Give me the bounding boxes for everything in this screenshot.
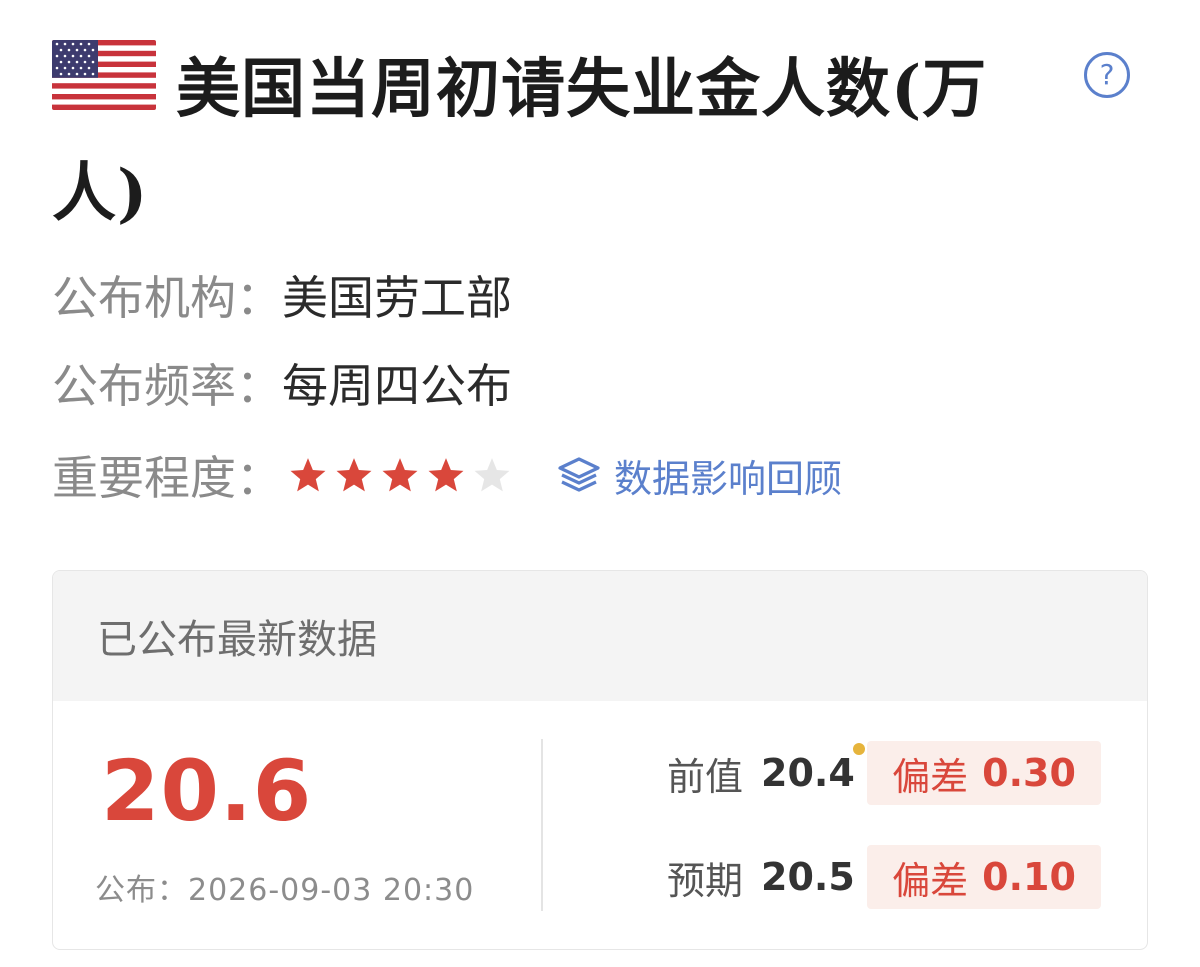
forecast-row: 预期 20.5 偏差 0.10 [667, 845, 1102, 909]
previous-deviation-value: 0.30 [982, 751, 1076, 795]
frequency-row: 公布频率： 每周四公布 [52, 348, 512, 418]
previous-label: 前值 [667, 754, 744, 799]
importance-row: 重要程度： 数据影响回顾 [52, 440, 842, 510]
star-filled-icon [288, 456, 328, 494]
published-time: 公布：2026-09-03 20:30 [95, 873, 475, 908]
previous-deviation-label: 偏差 [892, 754, 969, 799]
star-filled-icon [426, 456, 466, 494]
importance-label: 重要程度： [52, 451, 282, 505]
card-body: 20.6 公布：2026-09-03 20:30 前值 20.4 偏差 0.30… [53, 701, 1147, 949]
forecast-deviation-value: 0.10 [982, 855, 1076, 899]
data-impact-review-link[interactable]: 数据影响回顾 [556, 448, 842, 503]
publisher-row: 公布机构： 美国劳工部 [52, 260, 512, 330]
revised-dot-icon [853, 743, 866, 755]
publisher-label: 公布机构： [52, 271, 282, 325]
help-icon[interactable]: ? [1084, 52, 1130, 98]
publisher-value: 美国劳工部 [282, 271, 512, 325]
data-impact-review-label: 数据影响回顾 [614, 456, 843, 501]
layers-icon [556, 455, 602, 495]
importance-rating [288, 456, 512, 494]
previous-deviation-badge: 偏差 0.30 [867, 741, 1102, 805]
frequency-value: 每周四公布 [282, 359, 512, 413]
indicator-title: 美国当周初请失业金人数(万人) [52, 52, 988, 231]
actual-value: 20.6 [101, 742, 313, 840]
frequency-label: 公布频率： [52, 359, 282, 413]
forecast-label: 预期 [667, 858, 744, 903]
forecast-value: 20.5 [761, 855, 855, 899]
previous-value: 20.4 [761, 743, 866, 795]
forecast-deviation-label: 偏差 [892, 858, 969, 903]
forecast-deviation-badge: 偏差 0.10 [867, 845, 1102, 909]
star-filled-icon [334, 456, 374, 494]
indicator-detail-page: 美国当周初请失业金人数(万人) ? 公布机构： 美国劳工部 公布频率： 每周四公… [0, 0, 1200, 967]
divider [541, 739, 543, 911]
indicator-header: 美国当周初请失业金人数(万人) ? [52, 30, 1152, 231]
latest-data-card: 已公布最新数据 20.6 公布：2026-09-03 20:30 前值 20.4… [52, 570, 1148, 950]
card-header: 已公布最新数据 [53, 571, 1147, 701]
star-empty-icon [472, 456, 512, 494]
forecast-value-text: 20.5 [761, 855, 855, 899]
previous-row: 前值 20.4 偏差 0.30 [667, 741, 1102, 805]
star-filled-icon [380, 456, 420, 494]
previous-value-text: 20.4 [761, 751, 855, 795]
